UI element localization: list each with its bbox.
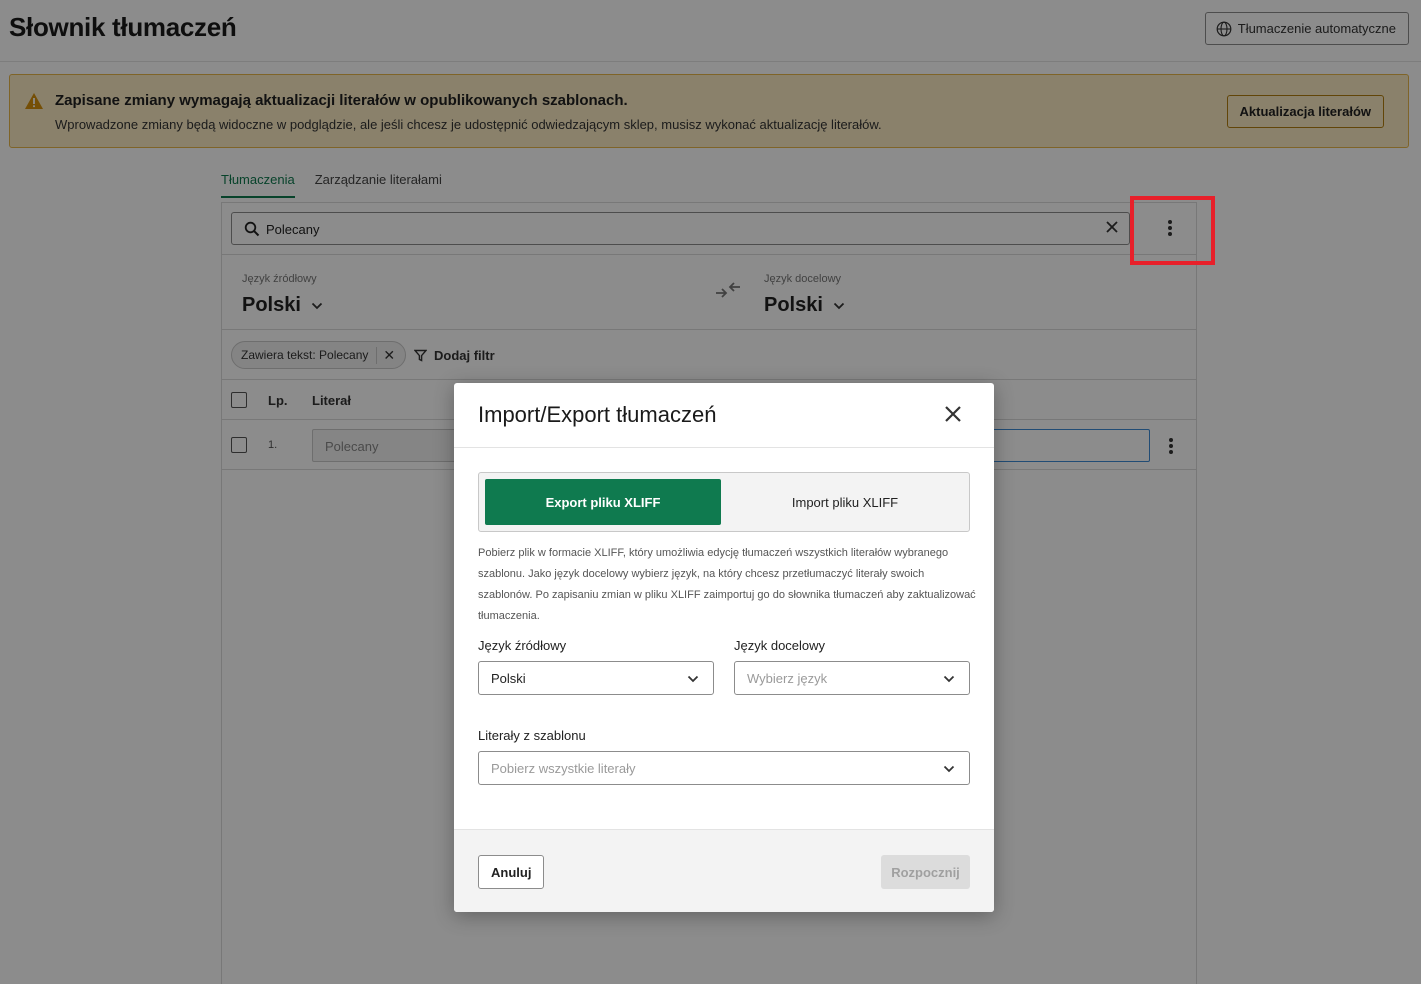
import-export-modal: Import/Export tłumaczeń Export pliku XLI… (454, 383, 994, 912)
start-button[interactable]: Rozpocznij (881, 855, 970, 889)
target-language-dropdown[interactable]: Wybierz język (734, 661, 970, 695)
source-language-dropdown-value: Polski (491, 671, 526, 686)
chevron-down-icon (687, 675, 699, 683)
highlight-box (1130, 196, 1215, 265)
target-language-placeholder: Wybierz język (747, 671, 828, 686)
literals-dropdown[interactable]: Pobierz wszystkie literały (478, 751, 970, 785)
export-xliff-tab[interactable]: Export pliku XLIFF (485, 479, 721, 525)
modal-description: Pobierz plik w formacie XLIFF, który umo… (478, 547, 976, 622)
mode-toggle: Export pliku XLIFF Import pliku XLIFF (478, 472, 970, 532)
literals-placeholder: Pobierz wszystkie literały (491, 761, 636, 776)
cancel-button[interactable]: Anuluj (478, 855, 545, 889)
modal-title: Import/Export tłumaczeń (478, 402, 717, 427)
chevron-down-icon (943, 765, 955, 773)
import-xliff-tab[interactable]: Import pliku XLIFF (727, 479, 963, 525)
modal-footer: Anuluj Rozpocznij (454, 829, 994, 912)
close-icon[interactable] (944, 405, 962, 423)
source-language-field-label: Język źródłowy (478, 638, 567, 653)
target-language-field-label: Język docelowy (734, 638, 826, 653)
source-language-dropdown[interactable]: Polski (478, 661, 714, 695)
chevron-down-icon (943, 675, 955, 683)
modal-header: Import/Export tłumaczeń (454, 383, 994, 448)
literals-field-label: Literały z szablonu (478, 728, 586, 743)
